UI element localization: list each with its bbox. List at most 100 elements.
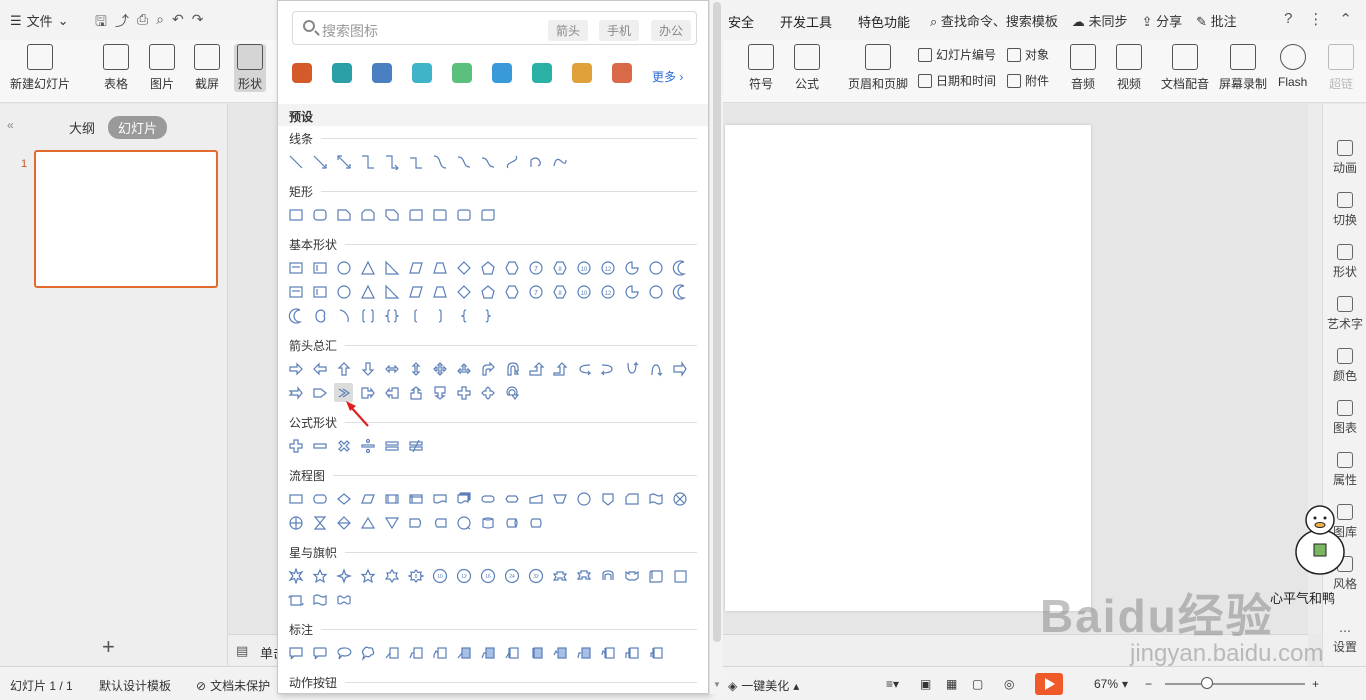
shape-option[interactable] [430, 258, 449, 277]
shape-option[interactable] [334, 590, 353, 609]
zoom-out-icon[interactable]: − [1145, 677, 1152, 691]
date-time-button[interactable]: 日期和时间 [918, 72, 996, 89]
shape-option[interactable] [550, 566, 569, 585]
icon-search-input[interactable]: 搜索图标 箭头 手机 办公 [292, 11, 697, 45]
shape-option[interactable] [406, 306, 425, 325]
tab-security[interactable]: 安全 [728, 12, 754, 31]
shape-option[interactable] [670, 258, 689, 277]
shape-option[interactable] [406, 489, 425, 508]
shape-option[interactable] [670, 359, 689, 378]
shape-option[interactable] [646, 643, 665, 662]
redo-icon[interactable]: ↷ [192, 11, 204, 35]
shape-option[interactable] [286, 436, 305, 455]
undo-icon[interactable]: ↶ [172, 11, 184, 35]
tab-developer[interactable]: 开发工具 [780, 12, 832, 31]
shape-option[interactable] [550, 359, 569, 378]
shape-option[interactable] [622, 359, 641, 378]
formula-button[interactable]: 公式 [794, 44, 820, 92]
shape-option[interactable]: 12 [598, 282, 617, 301]
shape-option[interactable] [598, 643, 617, 662]
network-icon[interactable] [452, 63, 472, 83]
shape-option[interactable]: 8 [550, 258, 569, 277]
shape-option[interactable] [382, 513, 401, 532]
shape-option[interactable] [646, 359, 665, 378]
shape-option[interactable] [406, 513, 425, 532]
sidebar-item-settings[interactable]: ⋯ 设置 [1323, 624, 1366, 655]
save-icon[interactable]: 🖫 [95, 11, 107, 35]
shape-option[interactable]: 7 [526, 258, 545, 277]
shape-option[interactable] [358, 513, 377, 532]
new-slide-button[interactable]: 新建幻灯片 [10, 44, 70, 92]
shape-option[interactable] [550, 489, 569, 508]
shape-option[interactable] [430, 383, 449, 402]
shape-option[interactable] [574, 489, 593, 508]
shape-option[interactable] [454, 359, 473, 378]
shape-option[interactable] [502, 383, 521, 402]
shape-option[interactable] [310, 152, 329, 171]
shape-option[interactable] [598, 359, 617, 378]
satellite-icon[interactable] [372, 63, 392, 83]
screenshot-button[interactable]: 截屏 [194, 44, 220, 92]
shape-option[interactable] [550, 152, 569, 171]
shape-option[interactable] [478, 513, 497, 532]
shape-option[interactable] [334, 436, 353, 455]
shape-option[interactable] [478, 258, 497, 277]
symbol-button[interactable]: 符号 [748, 44, 774, 92]
shape-option[interactable] [406, 152, 425, 171]
shape-option[interactable] [574, 566, 593, 585]
shape-option[interactable] [574, 359, 593, 378]
shape-option[interactable] [310, 566, 329, 585]
slide-thumbnail[interactable] [34, 150, 218, 288]
shape-option[interactable] [622, 643, 641, 662]
shape-option[interactable] [502, 513, 521, 532]
shape-option[interactable] [670, 566, 689, 585]
shape-option[interactable] [382, 282, 401, 301]
sidebar-item-color[interactable]: 颜色 [1323, 348, 1366, 384]
fit-icon[interactable]: ◎ [1004, 677, 1014, 691]
shape-option[interactable] [382, 306, 401, 325]
zoom-slider[interactable] [1165, 683, 1305, 685]
sidebar-item-animation[interactable]: 动画 [1323, 140, 1366, 176]
shape-option[interactable] [286, 306, 305, 325]
zoom-slider-handle[interactable] [1201, 677, 1213, 689]
more-icon[interactable]: ⋮ [1308, 10, 1323, 28]
shape-option[interactable] [358, 359, 377, 378]
shape-option[interactable] [430, 152, 449, 171]
add-slide-icon[interactable]: + [102, 634, 115, 660]
shape-option[interactable] [478, 359, 497, 378]
shape-option[interactable]: 24 [502, 566, 521, 585]
shape-option[interactable] [334, 359, 353, 378]
shape-option[interactable] [598, 566, 617, 585]
shape-option[interactable] [502, 282, 521, 301]
command-search[interactable]: ⌕ 查找命令、搜索模板 [930, 11, 1058, 30]
shapes-panel-scrollbar[interactable]: ▼ [709, 0, 723, 694]
shape-option[interactable] [502, 643, 521, 662]
shape-option[interactable] [454, 513, 473, 532]
shape-option[interactable] [358, 282, 377, 301]
shape-option[interactable]: 12 [598, 258, 617, 277]
shape-option[interactable] [358, 643, 377, 662]
shape-option[interactable] [286, 359, 305, 378]
collapse-ribbon-icon[interactable]: ⌃ [1339, 10, 1352, 28]
header-footer-button[interactable]: 页眉和页脚 [848, 44, 908, 92]
shape-option[interactable]: 8 [550, 282, 569, 301]
shape-option[interactable] [454, 306, 473, 325]
shape-option[interactable] [646, 258, 665, 277]
shape-option[interactable] [430, 489, 449, 508]
team-icon[interactable] [532, 63, 552, 83]
share-button[interactable]: ⇪ 分享 [1142, 11, 1183, 30]
shape-option[interactable]: 16 [478, 566, 497, 585]
shape-option[interactable] [670, 282, 689, 301]
video-button[interactable]: 视频 [1116, 44, 1142, 92]
shape-option[interactable] [382, 152, 401, 171]
shape-option[interactable] [502, 258, 521, 277]
tab-features[interactable]: 特色功能 [858, 12, 910, 31]
screen-record-button[interactable]: 屏幕录制 [1219, 44, 1267, 92]
search-tag-phone[interactable]: 手机 [599, 20, 640, 41]
shape-option[interactable] [286, 566, 305, 585]
shape-option[interactable] [358, 436, 377, 455]
shape-option[interactable] [526, 643, 545, 662]
collapse-panel-icon[interactable]: « [7, 118, 14, 132]
shape-option[interactable] [406, 436, 425, 455]
shape-option[interactable] [334, 258, 353, 277]
